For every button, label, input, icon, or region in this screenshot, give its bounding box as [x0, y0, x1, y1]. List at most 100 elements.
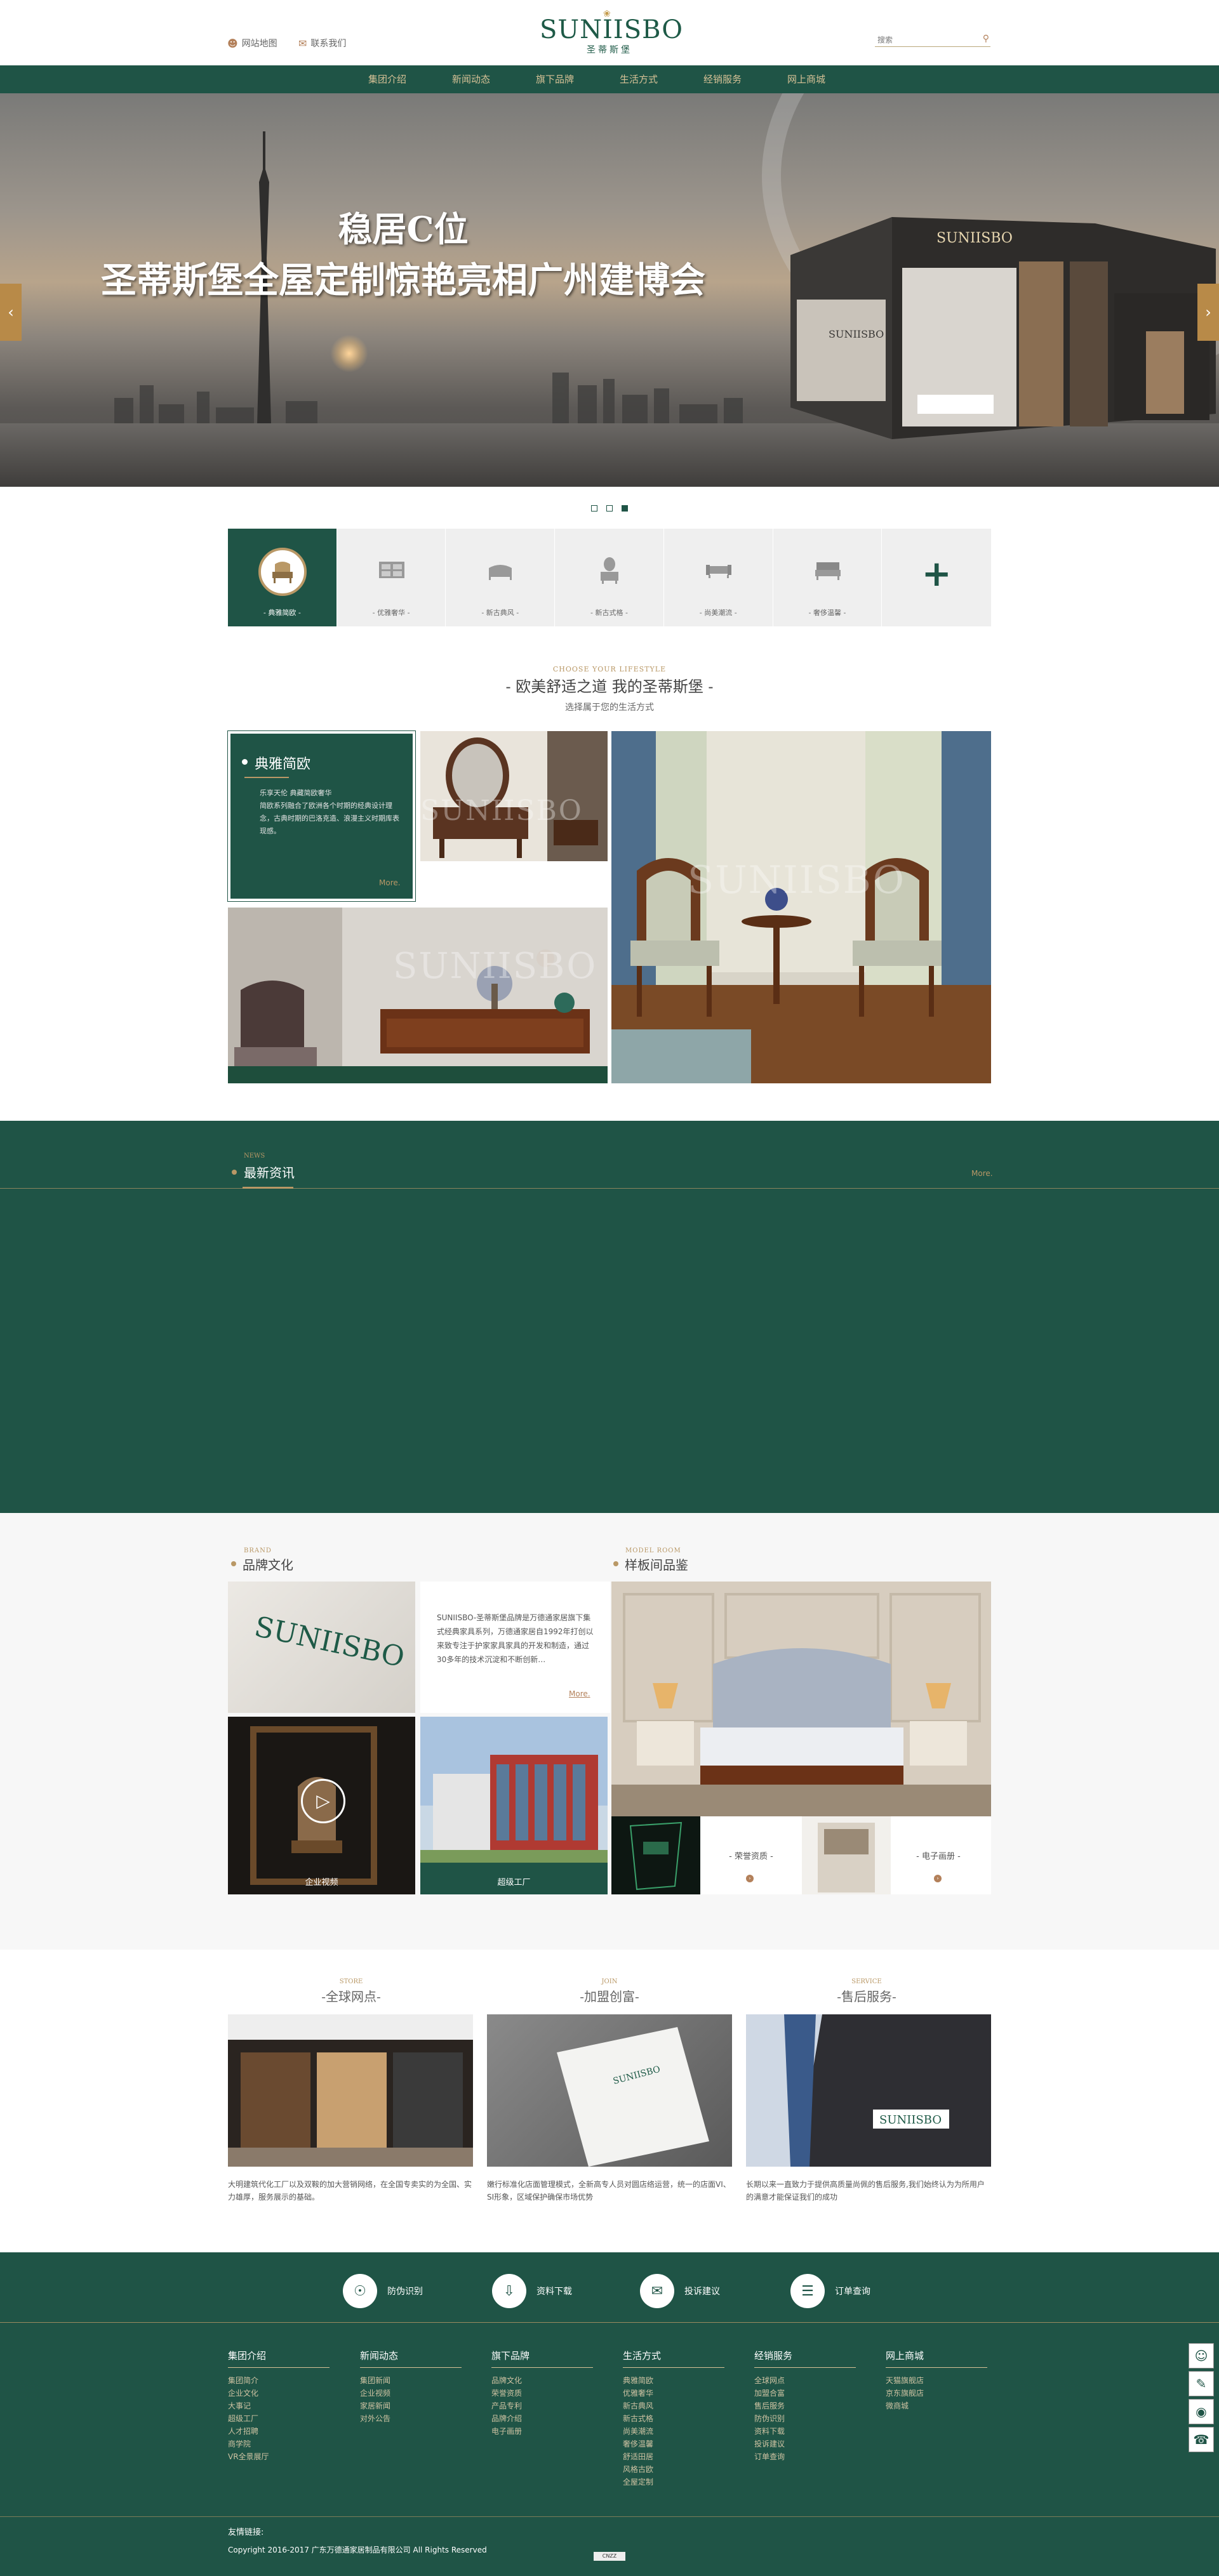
- join-photo[interactable]: SUNIISBO: [487, 2014, 732, 2167]
- footer-link[interactable]: 舒适田居: [623, 2450, 724, 2463]
- slide-dot-active[interactable]: [622, 505, 628, 512]
- footer-col-dealer: 经销服务 全球网点 加盟合富 售后服务 防伪识别 资料下载 投诉建议 订单查询: [754, 2349, 856, 2463]
- footer-link[interactable]: 超级工厂: [228, 2412, 330, 2425]
- album-thumbnail[interactable]: [802, 1816, 891, 1894]
- footer-link[interactable]: 典雅简欧: [623, 2374, 724, 2387]
- category-tile-neoclassic[interactable]: - 新古典风 -: [446, 529, 556, 626]
- category-tile-trend[interactable]: - 尚美潮流 -: [664, 529, 773, 626]
- footer-link[interactable]: 京东旗舰店: [886, 2387, 987, 2400]
- sitemap-link[interactable]: ☻ 网站地图: [227, 37, 277, 50]
- vanity-photo[interactable]: SUNIISBO: [420, 731, 608, 861]
- banner-pagination: [0, 505, 1219, 512]
- armchairs-photo[interactable]: SUNIISBO: [611, 731, 991, 1083]
- footer-link[interactable]: 家居新闻: [360, 2400, 462, 2412]
- footer-link[interactable]: 集团新闻: [360, 2374, 462, 2387]
- footer-link[interactable]: 企业文化: [228, 2387, 330, 2400]
- footer-link[interactable]: 电子画册: [491, 2425, 593, 2438]
- join-drawing: SUNIISBO: [557, 2027, 709, 2167]
- nav-item-shop[interactable]: 网上商城: [764, 65, 848, 93]
- nav-item-news[interactable]: 新闻动态: [429, 65, 513, 93]
- living-room-drawing: [228, 908, 608, 1083]
- play-icon[interactable]: ▷: [301, 1779, 345, 1823]
- watermark: SUNIISBO: [420, 795, 583, 827]
- brand-intro-card[interactable]: SUNIISBO-圣蒂斯堡品牌是万德通家居旗下集式经典家具系列，万德通家居自19…: [420, 1582, 610, 1713]
- honor-thumbnail[interactable]: [611, 1816, 700, 1894]
- qq-icon[interactable]: ☺: [1189, 2343, 1214, 2368]
- quick-anticounterfeit[interactable]: ☉ 防伪识别: [343, 2274, 423, 2308]
- footer-link[interactable]: 投诉建议: [754, 2438, 856, 2450]
- footer-link[interactable]: 微商城: [886, 2400, 987, 2412]
- footer-link[interactable]: 防伪识别: [754, 2412, 856, 2425]
- nav-item-brands[interactable]: 旗下品牌: [513, 65, 597, 93]
- footer-link[interactable]: 全屋定制: [623, 2476, 724, 2488]
- living-room-photo[interactable]: SUNIISBO: [228, 908, 608, 1083]
- brand-more-link[interactable]: More.: [569, 1689, 590, 1698]
- footer-link[interactable]: 风格古欧: [623, 2463, 724, 2476]
- site-badge[interactable]: CNZZ: [594, 2552, 625, 2561]
- weibo-icon[interactable]: ◉: [1189, 2399, 1214, 2424]
- lifestyle-en-heading: CHOOSE YOUR LIFESTYLE: [552, 665, 667, 673]
- category-tile-more[interactable]: +: [882, 529, 991, 626]
- phone-icon[interactable]: ☎: [1189, 2427, 1214, 2452]
- search-box[interactable]: 搜索 ⚲: [875, 33, 990, 47]
- footer-link[interactable]: 商学院: [228, 2438, 330, 2450]
- search-icon[interactable]: ⚲: [983, 34, 989, 44]
- nav-item-lifestyle[interactable]: 生活方式: [597, 65, 681, 93]
- footer-link[interactable]: 尚美潮流: [623, 2425, 724, 2438]
- category-tile-warm[interactable]: - 奢侈温馨 -: [773, 529, 883, 626]
- footer-link[interactable]: 加盟合富: [754, 2387, 856, 2400]
- company-video[interactable]: ▷ 企业视频: [228, 1717, 415, 1894]
- footer-link[interactable]: 产品专利: [491, 2400, 593, 2412]
- wechat-icon[interactable]: ✎: [1189, 2371, 1214, 2396]
- showroom-en-heading: MODEL ROOM: [625, 1547, 681, 1554]
- category-tile-luxury[interactable]: - 优雅奢华 -: [337, 529, 446, 626]
- banner-next-arrow[interactable]: ›: [1197, 284, 1219, 341]
- hero-banner[interactable]: 稳居C位 圣蒂斯堡全屋定制惊艳亮相广州建博会 SUNIISBO SUNIISBO…: [0, 93, 1219, 487]
- news-more-link[interactable]: More.: [971, 1169, 993, 1178]
- footer-link[interactable]: 售后服务: [754, 2400, 856, 2412]
- footer-link[interactable]: 品牌介绍: [491, 2412, 593, 2425]
- quick-order[interactable]: ☰ 订单查询: [790, 2274, 870, 2308]
- logo[interactable]: ❀ SUNIISBO 圣蒂斯堡: [540, 9, 683, 56]
- category-tile-neostyle[interactable]: - 新古式格 -: [555, 529, 664, 626]
- card-more-link[interactable]: More.: [379, 878, 401, 887]
- footer-link[interactable]: 资料下载: [754, 2425, 856, 2438]
- service-photo[interactable]: SUNIISBO: [746, 2014, 991, 2167]
- nav-item-dealer[interactable]: 经销服务: [681, 65, 764, 93]
- shield-icon: ☉: [343, 2274, 377, 2308]
- search-placeholder: 搜索: [877, 36, 893, 44]
- footer-link[interactable]: 对外公告: [360, 2412, 462, 2425]
- footer-link[interactable]: 全球网点: [754, 2374, 856, 2387]
- category-tile-classic[interactable]: - 典雅简欧 -: [228, 529, 337, 626]
- footer-link[interactable]: 新古典风: [623, 2400, 724, 2412]
- quick-download[interactable]: ⇩ 资料下载: [492, 2274, 572, 2308]
- arrow-icon[interactable]: ›: [934, 1875, 942, 1882]
- service-title: -加盟创富-: [580, 1989, 639, 2004]
- footer-link[interactable]: VR全景展厅: [228, 2450, 330, 2463]
- slide-dot[interactable]: [606, 505, 613, 512]
- slide-dot[interactable]: [591, 505, 597, 512]
- footer-link[interactable]: 大事记: [228, 2400, 330, 2412]
- footer-link[interactable]: 优雅奢华: [623, 2387, 724, 2400]
- footer-link[interactable]: 订单查询: [754, 2450, 856, 2463]
- contact-link[interactable]: ✉ 联系我们: [298, 37, 346, 50]
- footer-link[interactable]: 品牌文化: [491, 2374, 593, 2387]
- honor-link[interactable]: - 荣誉资质 -: [707, 1849, 796, 1861]
- footer-link[interactable]: 集团简介: [228, 2374, 330, 2387]
- showroom-photo[interactable]: [611, 1582, 991, 1816]
- footer-link[interactable]: 企业视频: [360, 2387, 462, 2400]
- store-photo[interactable]: [228, 2014, 473, 2167]
- footer-link[interactable]: 人才招聘: [228, 2425, 330, 2438]
- brand-logo-photo[interactable]: SUNIISBO: [228, 1582, 415, 1713]
- footer-link[interactable]: 新古式格: [623, 2412, 724, 2425]
- arrow-icon[interactable]: ›: [746, 1875, 754, 1882]
- quick-complaint[interactable]: ✉ 投诉建议: [640, 2274, 720, 2308]
- lifestyle-card[interactable]: 典雅简欧 乐享天伦 典藏简欧奢华 简欧系列融合了欧洲各个时期的经典设计理念，古典…: [227, 730, 416, 902]
- factory-photo[interactable]: 超级工厂: [420, 1717, 608, 1894]
- banner-prev-arrow[interactable]: ‹: [0, 284, 22, 341]
- footer-link[interactable]: 荣誉资质: [491, 2387, 593, 2400]
- nav-item-about[interactable]: 集团介绍: [345, 65, 429, 93]
- footer-link[interactable]: 天猫旗舰店: [886, 2374, 987, 2387]
- footer-link[interactable]: 奢侈温馨: [623, 2438, 724, 2450]
- album-link[interactable]: - 电子画册 -: [891, 1849, 986, 1861]
